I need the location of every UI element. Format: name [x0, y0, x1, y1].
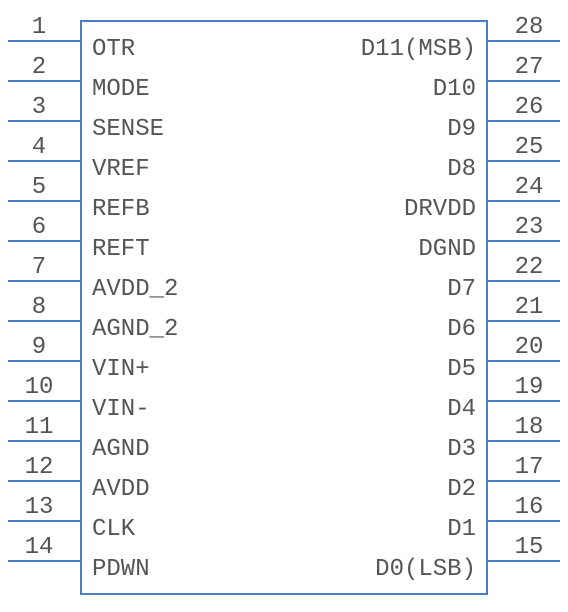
pin-number: 9 [0, 334, 78, 361]
pin-number: 26 [490, 94, 568, 121]
pin-number: 8 [0, 294, 78, 321]
pin-number: 7 [0, 254, 78, 281]
pin-label: D7 [447, 276, 476, 303]
pin-number: 17 [490, 454, 568, 481]
pin-number: 28 [490, 14, 568, 41]
pin-label: CLK [92, 516, 135, 543]
pin-number: 3 [0, 94, 78, 121]
chip-outline [80, 20, 488, 595]
pin-number: 24 [490, 174, 568, 201]
pin-number: 25 [490, 134, 568, 161]
pin-label: D2 [447, 476, 476, 503]
pin-label: AVDD [92, 476, 150, 503]
pin-number: 11 [0, 414, 78, 441]
pin-number: 5 [0, 174, 78, 201]
pin-label: D1 [447, 516, 476, 543]
pin-label: D10 [433, 76, 476, 103]
pin-label: D4 [447, 396, 476, 423]
pin-number: 27 [490, 54, 568, 81]
pin-label: AGND_2 [92, 316, 178, 343]
pin-number: 2 [0, 54, 78, 81]
pin-number: 22 [490, 254, 568, 281]
pin-label: D11(MSB) [361, 36, 476, 63]
pin-number: 12 [0, 454, 78, 481]
pin-label: MODE [92, 76, 150, 103]
pin-label: D3 [447, 436, 476, 463]
pin-label: VIN+ [92, 356, 150, 383]
pin-number: 16 [490, 494, 568, 521]
pin-number: 23 [490, 214, 568, 241]
pin-number: 14 [0, 534, 78, 561]
pin-number: 13 [0, 494, 78, 521]
pin-label: DGND [418, 236, 476, 263]
pin-label: OTR [92, 36, 135, 63]
pin-label: PDWN [92, 556, 150, 583]
pin-number: 18 [490, 414, 568, 441]
pin-label: D9 [447, 116, 476, 143]
pin-label: D6 [447, 316, 476, 343]
pin-label: REFB [92, 196, 150, 223]
pin-number: 4 [0, 134, 78, 161]
pin-label: DRVDD [404, 196, 476, 223]
pin-number: 19 [490, 374, 568, 401]
pin-number: 15 [490, 534, 568, 561]
pin-label: AGND [92, 436, 150, 463]
pin-number: 10 [0, 374, 78, 401]
pin-label: SENSE [92, 116, 164, 143]
pin-label: D8 [447, 156, 476, 183]
pin-label: AVDD_2 [92, 276, 178, 303]
pin-number: 20 [490, 334, 568, 361]
pin-number: 6 [0, 214, 78, 241]
pin-label: VREF [92, 156, 150, 183]
pin-label: D0(LSB) [375, 556, 476, 583]
pin-number: 1 [0, 14, 78, 41]
pin-label: D5 [447, 356, 476, 383]
pin-number: 21 [490, 294, 568, 321]
pin-label: REFT [92, 236, 150, 263]
pin-label: VIN- [92, 396, 150, 423]
